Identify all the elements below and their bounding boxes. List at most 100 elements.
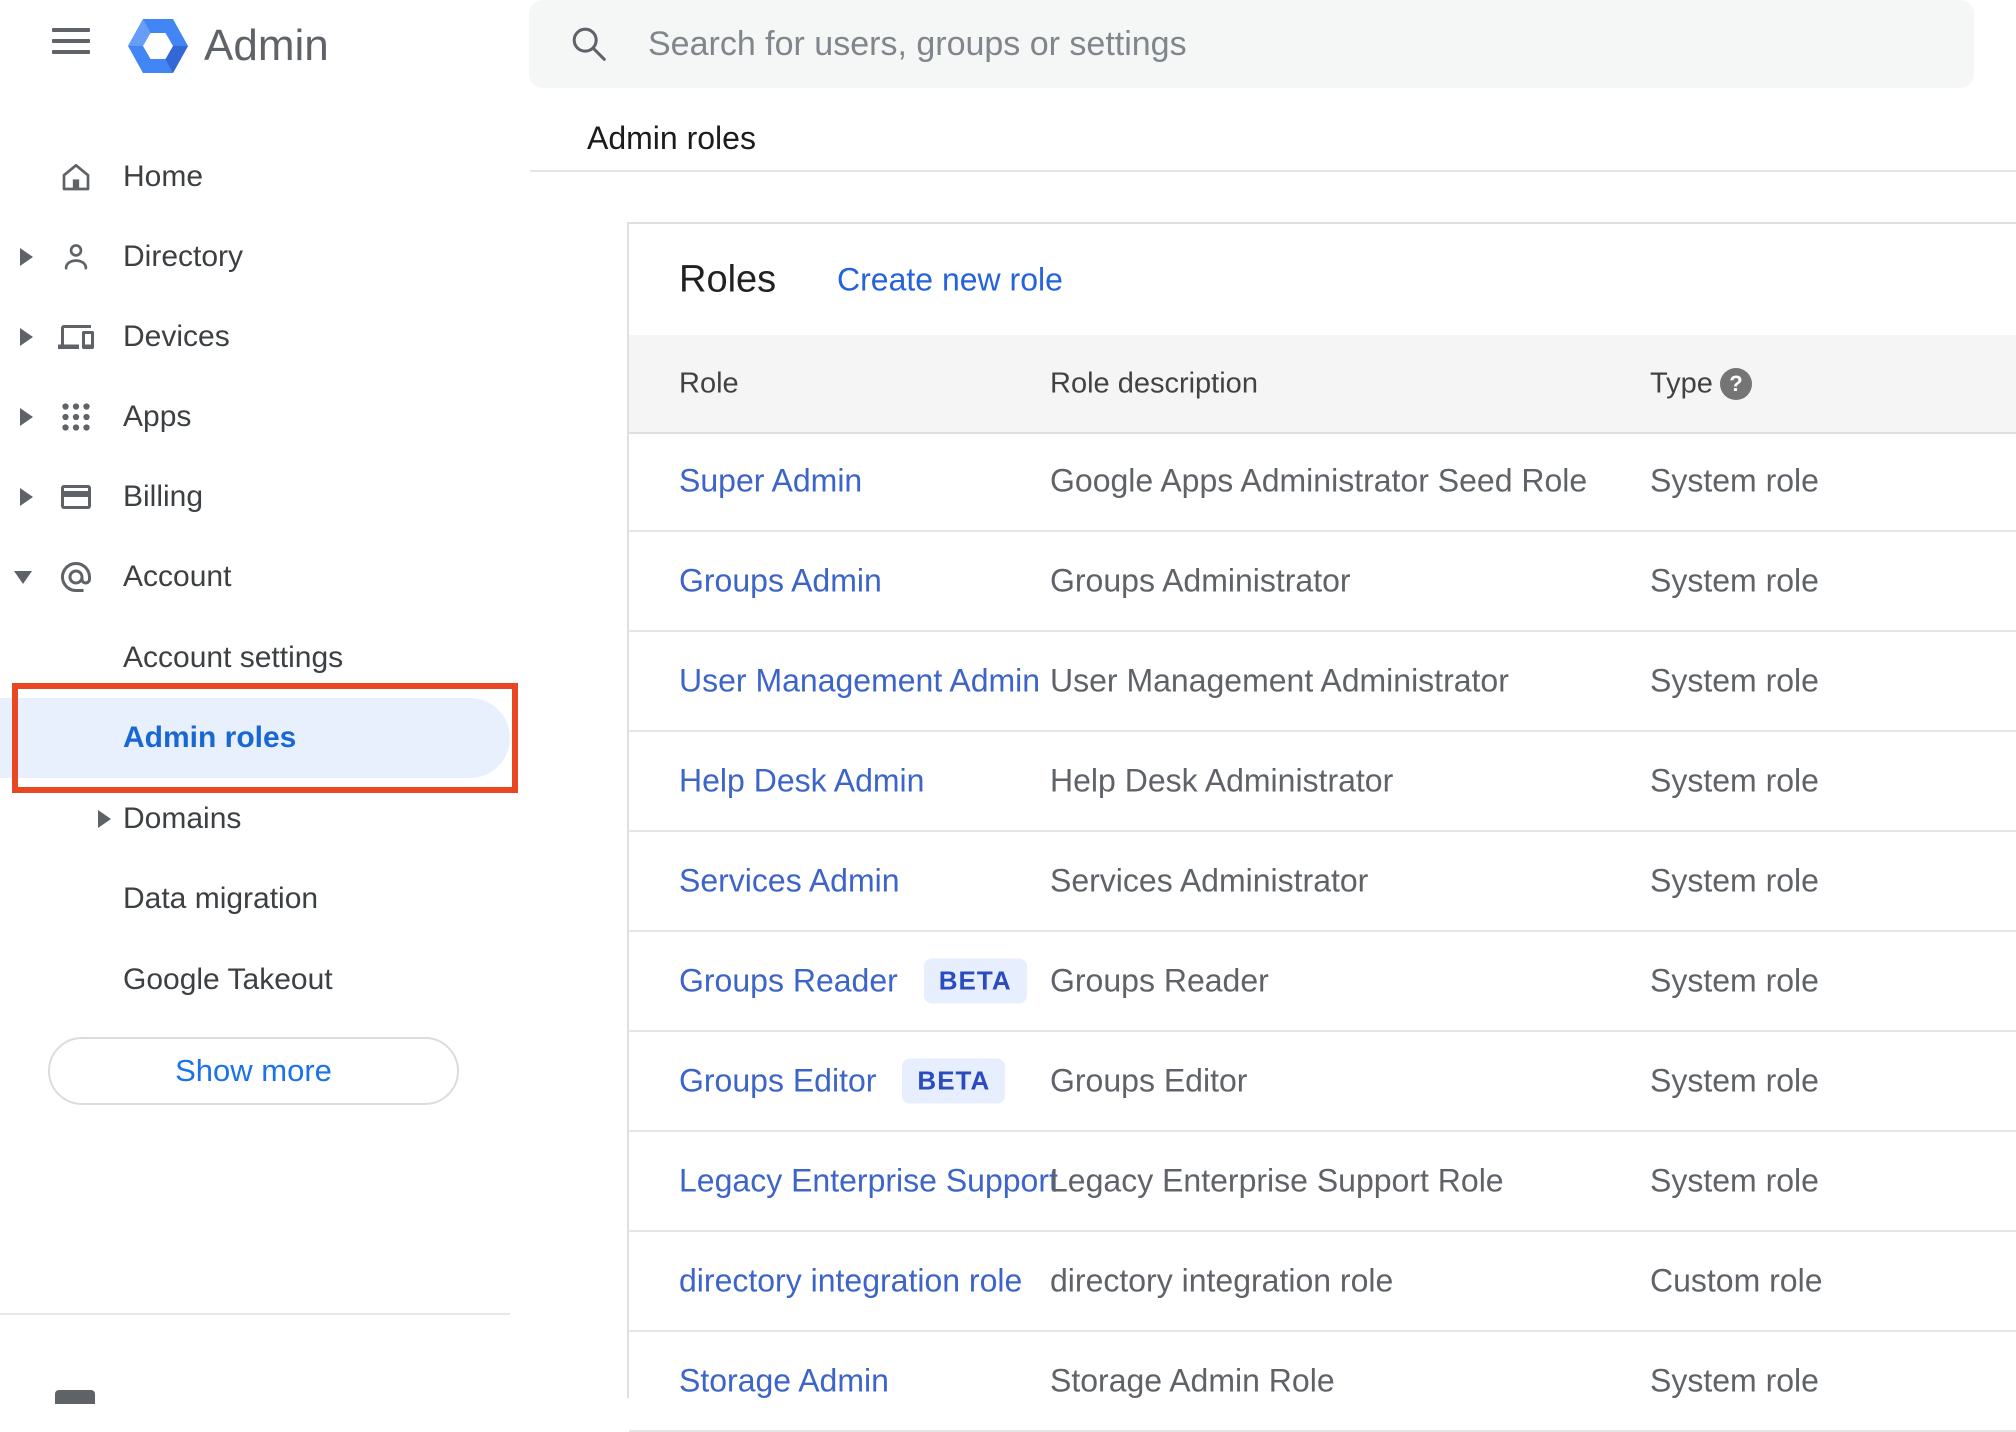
page-title: Roles xyxy=(679,258,777,300)
role-link[interactable]: Groups Admin xyxy=(679,563,882,600)
app-logo: Admin xyxy=(128,18,329,74)
sidebar-item-billing[interactable]: Billing xyxy=(0,457,530,537)
beta-badge: BETA xyxy=(923,958,1027,1004)
role-cell: Help Desk Admin xyxy=(679,763,924,800)
sidebar-item-domains[interactable]: Domains xyxy=(0,779,530,859)
show-more-button[interactable]: Show more xyxy=(48,1037,459,1105)
role-description-cell: Legacy Enterprise Support Role xyxy=(1050,1162,1504,1199)
breadcrumb: Admin roles xyxy=(587,120,756,156)
role-type-cell: System role xyxy=(1650,862,1819,899)
sidebar: Admin Home Directory Devices Apps Billin… xyxy=(0,0,530,1404)
global-search-bar[interactable] xyxy=(529,0,1974,88)
create-new-role-link[interactable]: Create new role xyxy=(837,261,1063,298)
role-cell: directory integration role xyxy=(679,1263,1022,1300)
role-type-cell: System role xyxy=(1650,562,1819,599)
app-title: Admin xyxy=(204,21,329,70)
sidebar-item-label: Home xyxy=(123,160,204,193)
sidebar-item-devices[interactable]: Devices xyxy=(0,297,530,377)
sidebar-item-label: Admin roles xyxy=(123,721,297,754)
role-description-cell: Help Desk Administrator xyxy=(1050,762,1394,799)
help-icon[interactable]: ? xyxy=(1720,367,1752,400)
sidebar-item-account-settings[interactable]: Account settings xyxy=(0,618,530,698)
chevron-right-icon[interactable] xyxy=(20,488,33,506)
at-sign-icon xyxy=(61,562,91,592)
chevron-down-icon[interactable] xyxy=(14,571,32,584)
role-type-cell: System role xyxy=(1650,762,1819,799)
role-cell: Storage Admin xyxy=(679,1363,889,1400)
sidebar-item-label: Account settings xyxy=(123,641,344,674)
table-row: Legacy Enterprise Support Legacy Enterpri… xyxy=(629,1132,2016,1232)
sidebar-item-label: Google Takeout xyxy=(123,963,333,996)
sidebar-item-label: Directory xyxy=(123,240,244,273)
show-more-label: Show more xyxy=(175,1053,332,1088)
role-description-cell: Groups Reader xyxy=(1050,962,1269,999)
role-description-cell: Google Apps Administrator Seed Role xyxy=(1050,462,1588,499)
role-type-cell: System role xyxy=(1650,962,1819,999)
beta-badge: BETA xyxy=(902,1058,1006,1104)
table-row: Storage Admin Storage Admin Role System ro… xyxy=(629,1332,2016,1432)
sidebar-item-directory[interactable]: Directory xyxy=(0,217,530,297)
hamburger-menu-icon[interactable] xyxy=(52,28,90,54)
role-cell: Groups Editor BETA xyxy=(679,1058,1006,1104)
roles-table-body: Super Admin Google Apps Administrator See… xyxy=(629,432,2016,1432)
role-link[interactable]: Storage Admin xyxy=(679,1363,889,1400)
sidebar-item-account[interactable]: Account xyxy=(0,537,530,617)
column-header-type: Type xyxy=(1650,367,1713,399)
role-link[interactable]: Super Admin xyxy=(679,463,862,500)
role-cell: Super Admin xyxy=(679,463,862,500)
sidebar-item-label: Billing xyxy=(123,480,204,513)
role-description-cell: Storage Admin Role xyxy=(1050,1362,1335,1399)
table-header-row: Role Role description Type ? xyxy=(629,335,2016,434)
role-description-cell: directory integration role xyxy=(1050,1262,1394,1299)
apps-grid-icon xyxy=(62,403,90,431)
role-description-cell: User Management Administrator xyxy=(1050,662,1509,699)
role-link[interactable]: Groups Editor xyxy=(679,1063,876,1100)
card-titlebar: Roles Create new role xyxy=(629,224,2016,335)
search-icon xyxy=(572,27,606,61)
home-icon xyxy=(62,163,90,191)
sidebar-item-label: Devices xyxy=(123,320,230,353)
role-type-cell: System role xyxy=(1650,1362,1819,1399)
chevron-right-icon[interactable] xyxy=(20,328,33,346)
role-link[interactable]: Groups Reader xyxy=(679,963,898,1000)
role-cell: Groups Admin xyxy=(679,563,882,600)
role-type-cell: Custom role xyxy=(1650,1262,1823,1299)
role-link[interactable]: User Management Admin xyxy=(679,663,1040,700)
column-header-role-description: Role description xyxy=(1050,367,1258,399)
roles-card: Roles Create new role Role Role descript… xyxy=(627,222,2016,1432)
table-row: Groups Admin Groups Administrator System r… xyxy=(629,532,2016,632)
role-link[interactable]: directory integration role xyxy=(679,1263,1022,1300)
role-link[interactable]: Legacy Enterprise Support xyxy=(679,1163,1058,1200)
sidebar-item-apps[interactable]: Apps xyxy=(0,377,530,457)
role-type-cell: System role xyxy=(1650,1062,1819,1099)
sidebar-item-google-takeout[interactable]: Google Takeout xyxy=(0,940,530,1020)
table-row: directory integration role directory inte… xyxy=(629,1232,2016,1332)
role-link[interactable]: Services Admin xyxy=(679,863,900,900)
table-row: Services Admin Services Administrator Syst… xyxy=(629,832,2016,932)
role-cell: Legacy Enterprise Support xyxy=(679,1163,1058,1200)
partial-bottom-icon xyxy=(55,1390,95,1404)
sidebar-item-home[interactable]: Home xyxy=(0,137,530,217)
role-description-cell: Groups Editor xyxy=(1050,1062,1248,1099)
role-cell: User Management Admin xyxy=(679,663,1040,700)
chevron-right-icon[interactable] xyxy=(98,810,111,828)
sidebar-item-label: Data migration xyxy=(123,882,319,915)
sidebar-item-label: Apps xyxy=(123,400,192,433)
chevron-right-icon[interactable] xyxy=(20,248,33,266)
table-row: Super Admin Google Apps Administrator See… xyxy=(629,432,2016,532)
sidebar-item-data-migration[interactable]: Data migration xyxy=(0,859,530,939)
role-cell: Services Admin xyxy=(679,863,900,900)
sidebar-item-label: Account xyxy=(123,560,232,593)
header-divider xyxy=(530,170,2016,172)
table-row: Help Desk Admin Help Desk Administrator Sy… xyxy=(629,732,2016,832)
table-row: Groups Reader BETA Groups Reader System rol… xyxy=(629,932,2016,1032)
chevron-right-icon[interactable] xyxy=(20,408,33,426)
sidebar-item-admin-roles[interactable]: Admin roles xyxy=(0,698,510,778)
role-type-cell: System role xyxy=(1650,1162,1819,1199)
role-link[interactable]: Help Desk Admin xyxy=(679,763,924,800)
table-row: User Management Admin User Management Adm… xyxy=(629,632,2016,732)
search-input[interactable] xyxy=(646,23,1850,65)
role-description-cell: Groups Administrator xyxy=(1050,562,1351,599)
sidebar-item-label: Domains xyxy=(123,802,242,835)
role-description-cell: Services Administrator xyxy=(1050,862,1369,899)
